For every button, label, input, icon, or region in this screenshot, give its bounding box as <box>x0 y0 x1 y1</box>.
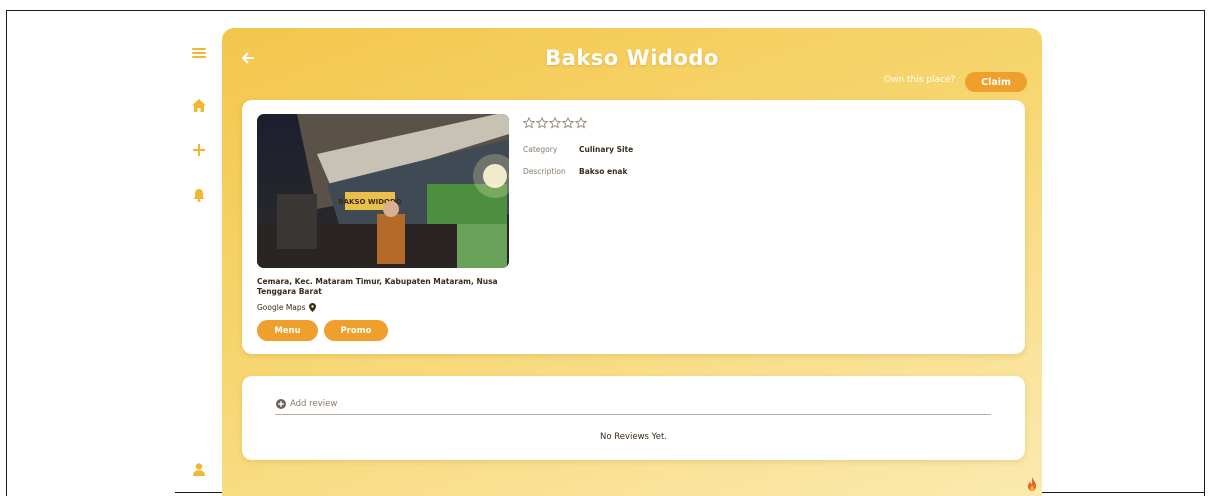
star-icon[interactable] <box>549 117 561 129</box>
description-label: Description <box>523 167 566 176</box>
claim-button[interactable]: Claim <box>965 72 1027 92</box>
hamburger-menu-icon[interactable] <box>190 44 208 62</box>
no-reviews-text: No Reviews Yet. <box>599 432 668 442</box>
google-maps-label[interactable]: Google Maps <box>257 303 306 312</box>
plus-circle-icon <box>276 399 286 409</box>
place-panel: Bakso Widodo Own this place? Claim BAKSO… <box>222 28 1042 496</box>
google-maps-link[interactable]: Google Maps <box>257 303 316 312</box>
reviews-card: Add review No Reviews Yet. <box>242 376 1025 460</box>
map-pin-icon <box>308 303 316 312</box>
add-review-input[interactable]: Add review <box>276 399 337 409</box>
category-label: Category <box>523 145 558 154</box>
promo-button[interactable]: Promo <box>324 320 388 341</box>
own-place-prompt: Own this place? <box>884 75 956 85</box>
bell-icon[interactable] <box>190 186 208 204</box>
category-value: Culinary Site <box>579 145 634 154</box>
description-row: Description Bakso enak <box>523 167 627 176</box>
home-icon[interactable] <box>190 96 208 114</box>
star-icon[interactable] <box>523 117 535 129</box>
rating-stars[interactable] <box>523 117 587 129</box>
star-icon[interactable] <box>562 117 574 129</box>
menu-button[interactable]: Menu <box>257 320 318 341</box>
place-detail-card: BAKSO WIDODO Category Culinary Site Desc… <box>242 100 1025 354</box>
star-icon[interactable] <box>575 117 587 129</box>
place-address: Cemara, Kec. Mataram Timur, Kabupaten Ma… <box>257 277 498 296</box>
review-input-underline <box>275 414 991 415</box>
page-title: Bakso Widodo <box>545 46 719 70</box>
add-review-placeholder: Add review <box>290 399 338 409</box>
user-icon[interactable] <box>190 460 208 478</box>
star-icon[interactable] <box>536 117 548 129</box>
plus-icon[interactable] <box>190 141 208 159</box>
description-value: Bakso enak <box>579 167 628 176</box>
place-photo: BAKSO WIDODO <box>257 114 509 268</box>
category-row: Category Culinary Site <box>523 145 633 154</box>
fire-icon[interactable] <box>1027 476 1037 491</box>
sidebar <box>182 40 216 490</box>
